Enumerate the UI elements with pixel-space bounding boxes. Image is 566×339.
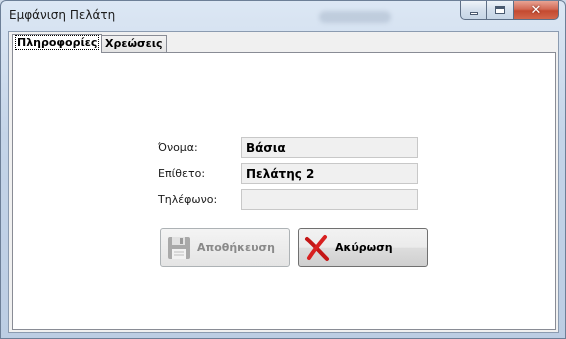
- save-button-label: Αποθήκευση: [197, 241, 275, 254]
- red-x-icon: [305, 234, 329, 261]
- maximize-button[interactable]: [487, 1, 514, 20]
- minimize-icon: [469, 11, 478, 15]
- surname-field[interactable]: [241, 163, 418, 184]
- name-label: Όνομα:: [158, 141, 198, 154]
- surname-label: Επίθετο:: [158, 167, 206, 180]
- close-button[interactable]: ✕: [514, 1, 559, 20]
- minimize-button[interactable]: [460, 1, 487, 20]
- window-title: Εμφάνιση Πελάτη: [9, 8, 116, 22]
- tab-charges-label: Χρεώσεις: [105, 37, 163, 50]
- phone-field[interactable]: [241, 189, 418, 210]
- save-button[interactable]: Αποθήκευση: [160, 228, 290, 267]
- title-bar[interactable]: Εμφάνιση Πελάτη ✕: [1, 1, 565, 27]
- tab-info-label: Πληροφορίες: [14, 35, 100, 50]
- phone-label: Τηλέφωνο:: [158, 193, 218, 206]
- customer-window: Εμφάνιση Πελάτη ✕ Πληροφορίες Χρεώσεις Ό…: [0, 0, 566, 339]
- cancel-button-label: Ακύρωση: [335, 241, 393, 254]
- floppy-disk-icon: [168, 236, 190, 259]
- window-controls: ✕: [460, 1, 559, 20]
- title-reflection: [319, 11, 391, 23]
- name-field[interactable]: [241, 137, 418, 158]
- tab-charges[interactable]: Χρεώσεις: [101, 35, 167, 53]
- close-icon: ✕: [530, 2, 542, 18]
- info-tab-panel: Όνομα: Επίθετο: Τηλέφωνο: Αποθήκευση: [12, 52, 556, 330]
- maximize-icon: [495, 6, 505, 14]
- cancel-button[interactable]: Ακύρωση: [298, 228, 428, 267]
- client-area: Πληροφορίες Χρεώσεις Όνομα: Επίθετο: Τηλ…: [8, 31, 559, 333]
- tab-info[interactable]: Πληροφορίες: [12, 34, 103, 53]
